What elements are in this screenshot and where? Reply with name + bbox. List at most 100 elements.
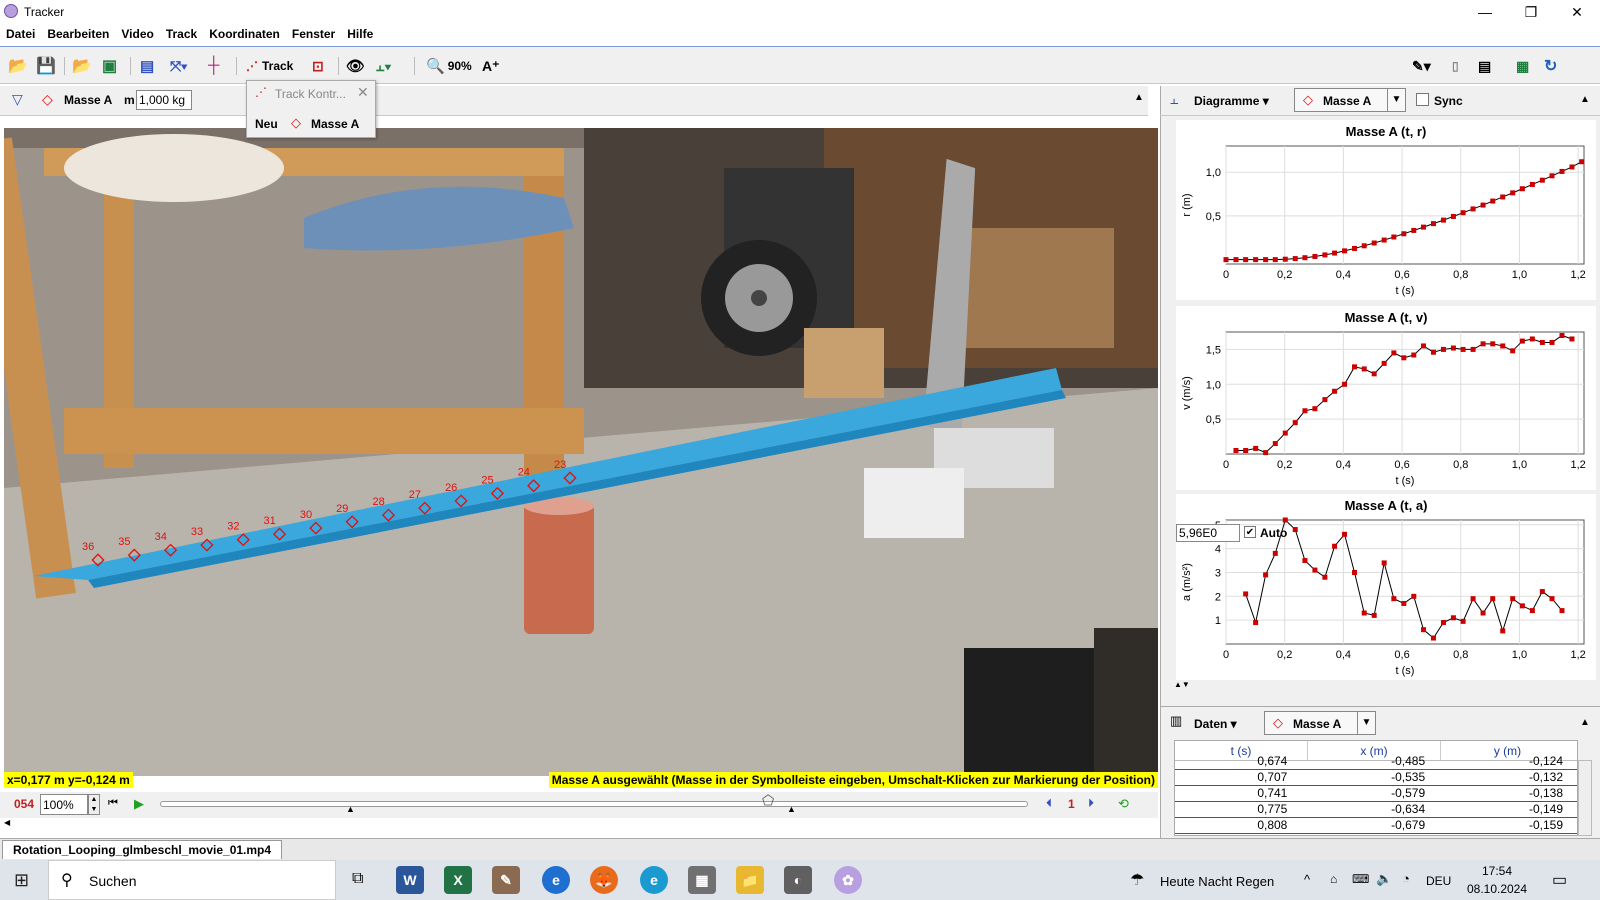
track-menu-icon[interactable]: ▽	[12, 91, 23, 108]
data-point[interactable]	[1470, 596, 1476, 602]
table-cell[interactable]: -0,679	[1301, 817, 1440, 834]
calibration-icon[interactable]: ⤧▾	[170, 55, 187, 77]
notes-icon[interactable]: ▯	[1452, 55, 1459, 77]
file-tab[interactable]: Rotation_Looping_glmbeschl_movie_01.mp4	[2, 840, 283, 859]
data-point[interactable]	[1322, 574, 1328, 580]
auto-checkbox[interactable]: ✔	[1244, 526, 1256, 538]
clock-date[interactable]: 08.10.2024	[1462, 882, 1532, 896]
edge-icon[interactable]: e	[640, 866, 668, 894]
data-point[interactable]	[1411, 593, 1417, 599]
data-point[interactable]	[1381, 560, 1387, 566]
table-cell[interactable]: -0,149	[1439, 801, 1577, 818]
table-cell[interactable]: 0,775	[1175, 801, 1302, 818]
plot-v[interactable]: Masse A (t, v) 0 0,2 0,4 0,6 0,8 1,0 1,2 0,5 1,0 1…	[1176, 306, 1596, 490]
table-cell[interactable]: 0,707	[1175, 769, 1302, 786]
axes-icon[interactable]: ┼	[208, 55, 219, 77]
data-point[interactable]	[1272, 441, 1278, 447]
data-point[interactable]	[1480, 202, 1486, 208]
media-icon[interactable]: ◐	[784, 866, 812, 894]
track-marker[interactable]	[200, 538, 214, 552]
data-point[interactable]	[1243, 448, 1249, 454]
data-point[interactable]	[1401, 231, 1407, 237]
data-point[interactable]	[1539, 339, 1545, 345]
data-point[interactable]	[1292, 256, 1298, 262]
data-point[interactable]	[1322, 397, 1328, 403]
data-point[interactable]	[1569, 336, 1575, 342]
track-markers[interactable]: 23 24 25 26 27 28 29 30 31 32 33 34 35 36	[4, 128, 1158, 776]
table-cell[interactable]: -0,132	[1439, 769, 1577, 786]
data-point[interactable]	[1302, 255, 1308, 261]
play-icon[interactable]: ▶	[134, 796, 144, 812]
data-point[interactable]	[1401, 600, 1407, 606]
table-scrollbar[interactable]	[1578, 760, 1592, 836]
data-point[interactable]	[1500, 194, 1506, 200]
data-point[interactable]	[1312, 406, 1318, 412]
data-point[interactable]	[1510, 348, 1516, 354]
column-header-t[interactable]: t (s)	[1175, 741, 1308, 760]
search-box[interactable]: ⚲ Suchen	[48, 860, 336, 900]
speed-input[interactable]: 100%	[40, 794, 88, 815]
data-point[interactable]	[1411, 227, 1417, 233]
data-point[interactable]	[1470, 206, 1476, 212]
diagramme-menu[interactable]: Diagramme ▾	[1194, 94, 1269, 108]
firefox-icon[interactable]: 🦊	[590, 866, 618, 894]
data-point[interactable]	[1282, 430, 1288, 436]
collapse-icon[interactable]: ▲	[1580, 94, 1590, 105]
data-point[interactable]	[1519, 186, 1525, 192]
refresh-icon[interactable]: ↻	[1544, 55, 1557, 77]
start-marker[interactable]: ▲	[346, 804, 355, 814]
data-point[interactable]	[1559, 332, 1565, 338]
sync-checkbox[interactable]	[1416, 93, 1429, 106]
data-point[interactable]	[1519, 338, 1525, 344]
speed-spinner[interactable]: ▲ ▼	[88, 794, 100, 815]
data-point[interactable]	[1391, 350, 1397, 356]
data-point[interactable]	[1352, 569, 1358, 575]
step-back-icon[interactable]: ⏴	[1046, 796, 1052, 811]
plot-track-select[interactable]: ◇ Masse A ▼	[1294, 88, 1406, 112]
data-point[interactable]	[1223, 257, 1229, 263]
data-point[interactable]	[1480, 341, 1486, 347]
description-icon[interactable]: ▤	[1478, 55, 1491, 77]
table-row[interactable]: 0,775 -0,634 -0,149	[1175, 801, 1577, 818]
data-point[interactable]	[1361, 366, 1367, 372]
menu-hilfe[interactable]: Hilfe	[347, 27, 373, 41]
data-point[interactable]	[1332, 388, 1338, 394]
data-point[interactable]	[1579, 159, 1585, 165]
collapse-icon[interactable]: ▲	[1580, 717, 1590, 728]
data-point[interactable]	[1490, 596, 1496, 602]
data-point[interactable]	[1292, 420, 1298, 426]
data-point[interactable]	[1480, 610, 1486, 616]
daten-menu[interactable]: Daten ▾	[1194, 717, 1237, 731]
data-point[interactable]	[1371, 371, 1377, 377]
data-point[interactable]	[1342, 531, 1348, 537]
grid-app-icon[interactable]: ▦	[688, 866, 716, 894]
track-marker[interactable]	[309, 521, 323, 535]
data-point[interactable]	[1559, 168, 1565, 174]
data-point[interactable]	[1411, 352, 1417, 358]
table-cell[interactable]: -0,138	[1439, 785, 1577, 802]
track-marker[interactable]	[164, 543, 178, 557]
track-marker[interactable]	[127, 548, 141, 562]
menu-fenster[interactable]: Fenster	[292, 27, 335, 41]
data-point[interactable]	[1460, 210, 1466, 216]
track-marker[interactable]	[345, 515, 359, 529]
track-marker[interactable]	[563, 471, 577, 485]
new-track-button[interactable]: Neu	[255, 117, 278, 131]
data-point[interactable]	[1430, 221, 1436, 227]
notifications-icon[interactable]: ▭	[1552, 870, 1567, 890]
data-point[interactable]	[1342, 248, 1348, 254]
word-icon[interactable]: W	[396, 866, 424, 894]
data-point[interactable]	[1529, 181, 1535, 187]
data-point[interactable]	[1391, 596, 1397, 602]
edge-legacy-icon[interactable]: e	[542, 866, 570, 894]
data-point[interactable]	[1549, 596, 1555, 602]
menu-koordinaten[interactable]: Koordinaten	[209, 27, 280, 41]
loop-icon[interactable]: ⟲	[1118, 796, 1129, 812]
windows-start-icon[interactable]: ⊞	[14, 870, 29, 891]
data-point[interactable]	[1312, 567, 1318, 573]
data-point[interactable]	[1401, 355, 1407, 361]
data-point[interactable]	[1490, 198, 1496, 204]
eye-icon[interactable]: 👁	[346, 55, 365, 77]
data-point[interactable]	[1371, 612, 1377, 618]
plot-a[interactable]: Masse A (t, a)00,20,40,60,81,01,212345t …	[1176, 494, 1596, 680]
